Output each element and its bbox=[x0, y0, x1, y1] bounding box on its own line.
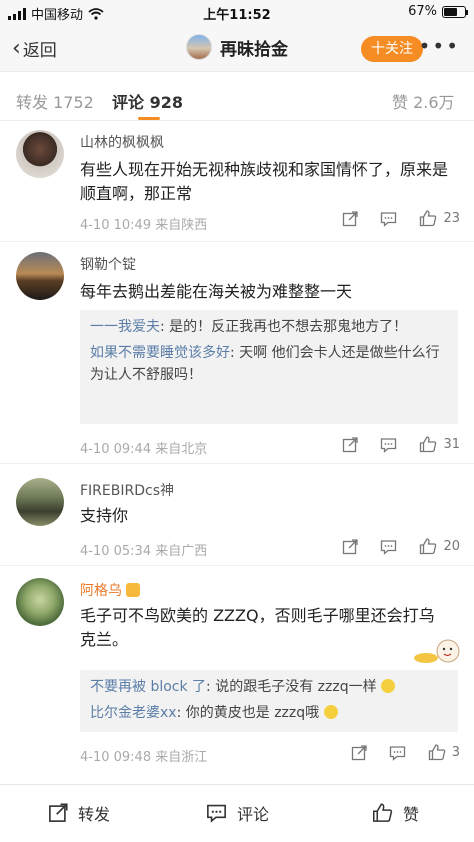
share-icon bbox=[343, 210, 359, 226]
more-icon[interactable]: ••• bbox=[419, 34, 460, 58]
reply-button[interactable] bbox=[380, 211, 397, 227]
reply-box[interactable]: 一一我爱夫: 是的！反正我再也不想去那鬼地方了！ 如果不需要睡觉该多好: 天啊 … bbox=[80, 310, 458, 424]
comment-meta: 4-10 10:49 来自陕西 bbox=[80, 218, 208, 233]
tab-active-indicator bbox=[138, 117, 160, 120]
vip-badge-icon bbox=[126, 583, 140, 597]
comment-text: 毛子可不鸟欧美的 ZZZQ，否则毛子哪里还会打乌克兰。 bbox=[80, 606, 435, 649]
status-right: 67% bbox=[408, 4, 468, 19]
comment-icon bbox=[389, 745, 405, 761]
reply-button[interactable] bbox=[380, 437, 397, 453]
reply-username[interactable]: 比尔金老婆xx bbox=[90, 705, 177, 721]
reply-username[interactable]: 不要再被 block 了 bbox=[90, 679, 206, 695]
comment-label: 评论 bbox=[237, 805, 270, 824]
reply-username[interactable]: 一一我爱夫 bbox=[90, 319, 160, 335]
like-count: 20 bbox=[443, 539, 460, 554]
reply-text: : 说的跟毛子没有 zzzq一样 bbox=[206, 679, 377, 695]
share-icon bbox=[49, 803, 68, 822]
comment-meta: 4-10 05:34 来自广西 bbox=[80, 544, 208, 559]
avatar[interactable] bbox=[16, 252, 64, 300]
share-button[interactable] bbox=[342, 210, 359, 227]
comment-username[interactable]: 钢勒个锭 bbox=[80, 254, 136, 274]
battery-icon bbox=[442, 5, 468, 18]
like-post-button[interactable]: 赞 bbox=[372, 801, 419, 825]
share-button[interactable] bbox=[351, 744, 367, 761]
share-icon bbox=[343, 436, 359, 452]
thumbs-up-icon bbox=[428, 744, 445, 761]
reply-item: 比尔金老婆xx: 你的黄皮也是 zzzq哦 bbox=[90, 702, 448, 724]
comment-item: FIREBIRDcs神 支持你 4-10 05:34 来自广西 20 bbox=[0, 464, 474, 566]
reply-username[interactable]: 如果不需要睡觉该多好 bbox=[90, 345, 230, 361]
comment-actions: 3 bbox=[351, 744, 460, 761]
comment-button[interactable]: 评论 bbox=[206, 801, 269, 825]
comment-item: 阿格乌 毛子可不鸟欧美的 ZZZQ，否则毛子哪里还会打乌克兰。 不要再被 blo… bbox=[0, 566, 474, 784]
comment-text: 有些人现在开始无视种族歧视和家国情怀了，原来是顺直啊，那正常 bbox=[80, 160, 449, 203]
like-label: 赞 bbox=[403, 805, 420, 824]
comment-username[interactable]: 阿格乌 bbox=[80, 580, 140, 600]
comment-icon bbox=[381, 211, 397, 227]
comment-actions: 23 bbox=[342, 210, 460, 227]
thumbs-up-icon bbox=[420, 436, 437, 453]
nav-bar: ‹ 返回 再昧拾金 十关注 ••• bbox=[0, 24, 474, 72]
tab-comments[interactable]: 评论 928 bbox=[112, 89, 183, 113]
reply-item: 一一我爱夫: 是的！反正我再也不想去那鬼地方了！ bbox=[90, 316, 448, 338]
emoji-icon bbox=[323, 705, 338, 719]
comment-username-text: 阿格乌 bbox=[80, 583, 122, 599]
tab-repost[interactable]: 转发 1752 bbox=[16, 89, 94, 113]
author-avatar bbox=[186, 34, 212, 60]
repost-button[interactable]: 转发 bbox=[48, 801, 110, 825]
tab-likes[interactable]: 赞 2.6万 bbox=[392, 89, 455, 113]
comment-item: 山林的枫枫枫 有些人现在开始无视种族歧视和家国情怀了，原来是顺直啊，那正常 4-… bbox=[0, 122, 474, 242]
thumbs-up-icon bbox=[372, 803, 393, 822]
comment-meta: 4-10 09:44 来自北京 bbox=[80, 442, 208, 457]
comment-icon bbox=[381, 539, 397, 555]
follow-button[interactable]: 十关注 bbox=[361, 36, 423, 62]
avatar[interactable] bbox=[16, 130, 64, 178]
thumbs-up-icon bbox=[420, 210, 437, 227]
back-label: 返回 bbox=[22, 41, 57, 61]
avatar[interactable] bbox=[16, 478, 64, 526]
like-count: 31 bbox=[443, 437, 460, 452]
like-button[interactable]: 31 bbox=[419, 436, 460, 453]
reply-text: : 是的！反正我再也不想去那鬼地方了！ bbox=[160, 319, 408, 335]
thumbs-up-icon bbox=[420, 538, 437, 555]
share-icon bbox=[343, 538, 359, 554]
reply-item: 如果不需要睡觉该多好: 天啊 他们会卡人还是做些什么行为让人不舒服吗！ bbox=[90, 342, 448, 386]
share-icon bbox=[351, 744, 367, 760]
like-count: 23 bbox=[443, 211, 460, 226]
chevron-left-icon: ‹ bbox=[12, 35, 21, 61]
comment-icon bbox=[207, 804, 226, 823]
back-button[interactable]: ‹ 返回 bbox=[12, 36, 57, 61]
avatar[interactable] bbox=[16, 578, 64, 626]
emoji-icon bbox=[381, 679, 396, 693]
tab-bar: 转发 1752 评论 928 赞 2.6万 bbox=[0, 73, 474, 121]
comment-username[interactable]: 山林的枫枫枫 bbox=[80, 132, 164, 152]
reply-item: 不要再被 block 了: 说的跟毛子没有 zzzq一样 bbox=[90, 676, 448, 698]
share-button[interactable] bbox=[342, 436, 359, 453]
reply-button[interactable] bbox=[380, 539, 397, 555]
comment-meta: 4-10 09:48 来自浙江 bbox=[80, 750, 208, 765]
comment-actions: 20 bbox=[342, 538, 460, 555]
comment-item: 钢勒个锭 每年去鹅出差能在海关被为难整整一天 一一我爱夫: 是的！反正我再也不想… bbox=[0, 242, 474, 464]
battery-percent: 67% bbox=[408, 4, 437, 19]
status-time: 上午11:52 bbox=[203, 8, 271, 23]
comment-text: 支持你 bbox=[80, 506, 129, 525]
bottom-toolbar: 转发 评论 赞 bbox=[0, 784, 474, 842]
comment-username[interactable]: FIREBIRDcs神 bbox=[80, 480, 174, 500]
reply-button[interactable] bbox=[389, 745, 406, 761]
share-button[interactable] bbox=[342, 538, 359, 555]
comment-actions: 31 bbox=[342, 436, 460, 453]
like-count: 3 bbox=[451, 745, 460, 760]
comment-icon bbox=[381, 437, 397, 453]
page-title: 再昧拾金 bbox=[220, 39, 288, 60]
like-button[interactable]: 20 bbox=[419, 538, 460, 555]
comment-text: 每年去鹅出差能在海关被为难整整一天 bbox=[80, 282, 353, 301]
status-bar: 中国移动 上午11:52 67% bbox=[0, 0, 474, 24]
like-button[interactable]: 3 bbox=[428, 744, 460, 761]
cartoon-sticker-icon bbox=[414, 639, 460, 663]
repost-label: 转发 bbox=[78, 805, 111, 824]
reply-box[interactable]: 不要再被 block 了: 说的跟毛子没有 zzzq一样 比尔金老婆xx: 你的… bbox=[80, 670, 458, 732]
like-button[interactable]: 23 bbox=[419, 210, 460, 227]
reply-text: : 你的黄皮也是 zzzq哦 bbox=[176, 705, 320, 721]
